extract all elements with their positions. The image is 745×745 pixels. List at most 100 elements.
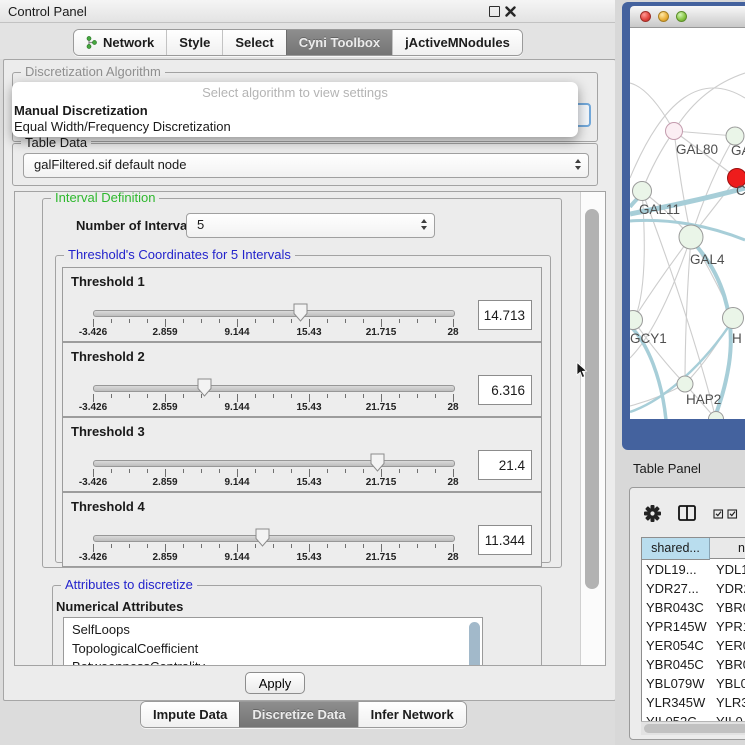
threshold-3-slider[interactable]: -3.426 2.859 9.144 15.43 21.715 28: [93, 454, 453, 488]
popup-option-manual-discretization[interactable]: Manual Discretization: [14, 103, 148, 118]
threshold-3-value-field[interactable]: 21.4: [478, 450, 532, 480]
node-hap2[interactable]: [677, 376, 693, 392]
tick-label: 28: [447, 552, 458, 563]
table-row[interactable]: YBR043C YBR0: [642, 598, 745, 617]
zoom-traffic-light[interactable]: [676, 11, 687, 22]
slider-thumb[interactable]: [293, 303, 308, 322]
number-of-intervals-label: Number of Intervals: [76, 218, 198, 233]
threshold-1-value-field[interactable]: 14.713: [478, 300, 532, 330]
tab-infer-network-label: Infer Network: [371, 707, 454, 722]
threshold-2-slider[interactable]: -3.426 2.859 9.144 15.43 21.715 28: [93, 379, 453, 413]
network-canvas[interactable]: GAL80 GAL C GAL11 GAL4 GCY1 H HAP2: [630, 28, 745, 419]
list-scrollbar[interactable]: [469, 622, 480, 666]
cell[interactable]: YER0: [716, 636, 745, 655]
node-h-cut[interactable]: [723, 308, 744, 329]
cell[interactable]: YBR0: [716, 598, 745, 617]
slider-track[interactable]: [93, 385, 455, 392]
slider-thumb[interactable]: [255, 528, 270, 547]
cell[interactable]: YBL0: [716, 674, 745, 693]
network-window-titlebar[interactable]: [630, 6, 745, 28]
popup-option-equal-width-frequency[interactable]: Equal Width/Frequency Discretization: [14, 119, 231, 134]
table-row[interactable]: YDL19... YDL1: [642, 560, 745, 579]
cell[interactable]: YPR1: [716, 617, 745, 636]
table-row[interactable]: YER054C YER0: [642, 636, 745, 655]
cell[interactable]: YER054C: [646, 636, 704, 655]
label-gal11: GAL11: [639, 202, 680, 217]
table-row[interactable]: YBL079W YBL0: [642, 674, 745, 693]
cell[interactable]: YDR27...: [646, 579, 699, 598]
table-panel-box: shared... na YDL19... YDL1 YDR27... YDR2 Y…: [629, 487, 745, 740]
slider-tick-labels: -3.426 2.859 9.144 15.43 21.715 28: [93, 402, 453, 414]
threshold-2-value-field[interactable]: 6.316: [478, 375, 532, 405]
tab-discretize-data[interactable]: Discretize Data: [239, 702, 357, 727]
slider-tick-labels: -3.426 2.859 9.144 15.43 21.715 28: [93, 552, 453, 564]
table-row[interactable]: YDR27... YDR2: [642, 579, 745, 598]
tick-label: 21.715: [366, 552, 397, 563]
tab-select-label: Select: [235, 35, 273, 50]
tick-label: 28: [447, 477, 458, 488]
tick-label: -3.426: [79, 477, 107, 488]
node-gal11[interactable]: [633, 182, 652, 201]
tab-impute-data-label: Impute Data: [153, 707, 227, 722]
table-row[interactable]: YLR345W YLR3: [642, 693, 745, 712]
slider-track[interactable]: [93, 460, 455, 467]
tab-style[interactable]: Style: [166, 30, 222, 55]
minimize-traffic-light[interactable]: [658, 11, 669, 22]
slider-track[interactable]: [93, 310, 455, 317]
list-item[interactable]: TopologicalCoefficient: [64, 640, 482, 659]
tab-cyni-toolbox[interactable]: Cyni Toolbox: [286, 30, 392, 55]
cell[interactable]: YLR345W: [646, 693, 705, 712]
threshold-1-slider[interactable]: -3.426 2.859 9.144 15.43 21.715 28: [93, 304, 453, 338]
table-hscrollbar-thumb[interactable]: [644, 724, 745, 733]
cell[interactable]: YBR043C: [646, 598, 704, 617]
list-item[interactable]: SelfLoops: [64, 618, 482, 640]
apply-button[interactable]: Apply: [245, 672, 305, 694]
tab-impute-data[interactable]: Impute Data: [141, 702, 239, 727]
tab-network[interactable]: Network: [74, 30, 166, 55]
list-item[interactable]: BetweennessCentrality: [64, 658, 482, 666]
slider-thumb[interactable]: [197, 378, 212, 397]
node-gal80[interactable]: [666, 123, 683, 140]
slider-ticks: [93, 319, 453, 327]
column-header-shared-name[interactable]: shared...: [642, 538, 710, 560]
threshold-2-label: Threshold 2: [71, 349, 145, 364]
cell[interactable]: YBR0: [716, 655, 745, 674]
threshold-4-value-field[interactable]: 11.344: [478, 525, 532, 555]
cell[interactable]: YLR3: [716, 693, 745, 712]
discretization-algorithm-label: Discretization Algorithm: [21, 64, 165, 79]
threshold-2-box: Threshold 2 -3.426 2.859 9.144 15.43 21.…: [62, 342, 542, 417]
table-row[interactable]: YBR045C YBR0: [642, 655, 745, 674]
slider-tick-labels: -3.426 2.859 9.144 15.43 21.715 28: [93, 327, 453, 339]
checkbox-icon[interactable]: [713, 509, 724, 519]
node-gcy1[interactable]: [630, 311, 643, 330]
number-of-intervals-combo[interactable]: 5: [186, 213, 435, 238]
float-window-icon[interactable]: [489, 6, 500, 17]
tab-select[interactable]: Select: [222, 30, 285, 55]
gear-icon[interactable]: [644, 505, 661, 522]
checkbox-icon[interactable]: [727, 509, 738, 519]
slider-track[interactable]: [93, 535, 455, 542]
cell[interactable]: YBL079W: [646, 674, 705, 693]
label-hap2: HAP2: [686, 392, 721, 407]
table-data-combo[interactable]: galFiltered.sif default node: [23, 153, 589, 178]
cell[interactable]: YDL19...: [646, 560, 697, 579]
cell[interactable]: YDR2: [716, 579, 745, 598]
node-gal4[interactable]: [679, 225, 703, 249]
table-hscrollbar-track[interactable]: [641, 721, 745, 735]
numerical-attributes-label: Numerical Attributes: [56, 599, 183, 614]
pane-scrollbar-thumb[interactable]: [585, 209, 599, 589]
close-traffic-light[interactable]: [640, 11, 651, 22]
table-row[interactable]: YPR145W YPR1: [642, 617, 745, 636]
threshold-4-slider[interactable]: -3.426 2.859 9.144 15.43 21.715 28: [93, 529, 453, 563]
pane-scrollbar-track[interactable]: [580, 192, 605, 665]
cell[interactable]: YPR145W: [646, 617, 707, 636]
cell[interactable]: YBR045C: [646, 655, 704, 674]
close-icon[interactable]: [505, 6, 516, 17]
split-columns-icon[interactable]: [678, 505, 696, 521]
tab-jactivemnodules[interactable]: jActiveMNodules: [392, 30, 522, 55]
tick-label: 21.715: [366, 477, 397, 488]
slider-thumb[interactable]: [370, 453, 385, 472]
cell[interactable]: YDL1: [716, 560, 745, 579]
column-header-name[interactable]: na: [710, 538, 745, 559]
tab-infer-network[interactable]: Infer Network: [358, 702, 466, 727]
